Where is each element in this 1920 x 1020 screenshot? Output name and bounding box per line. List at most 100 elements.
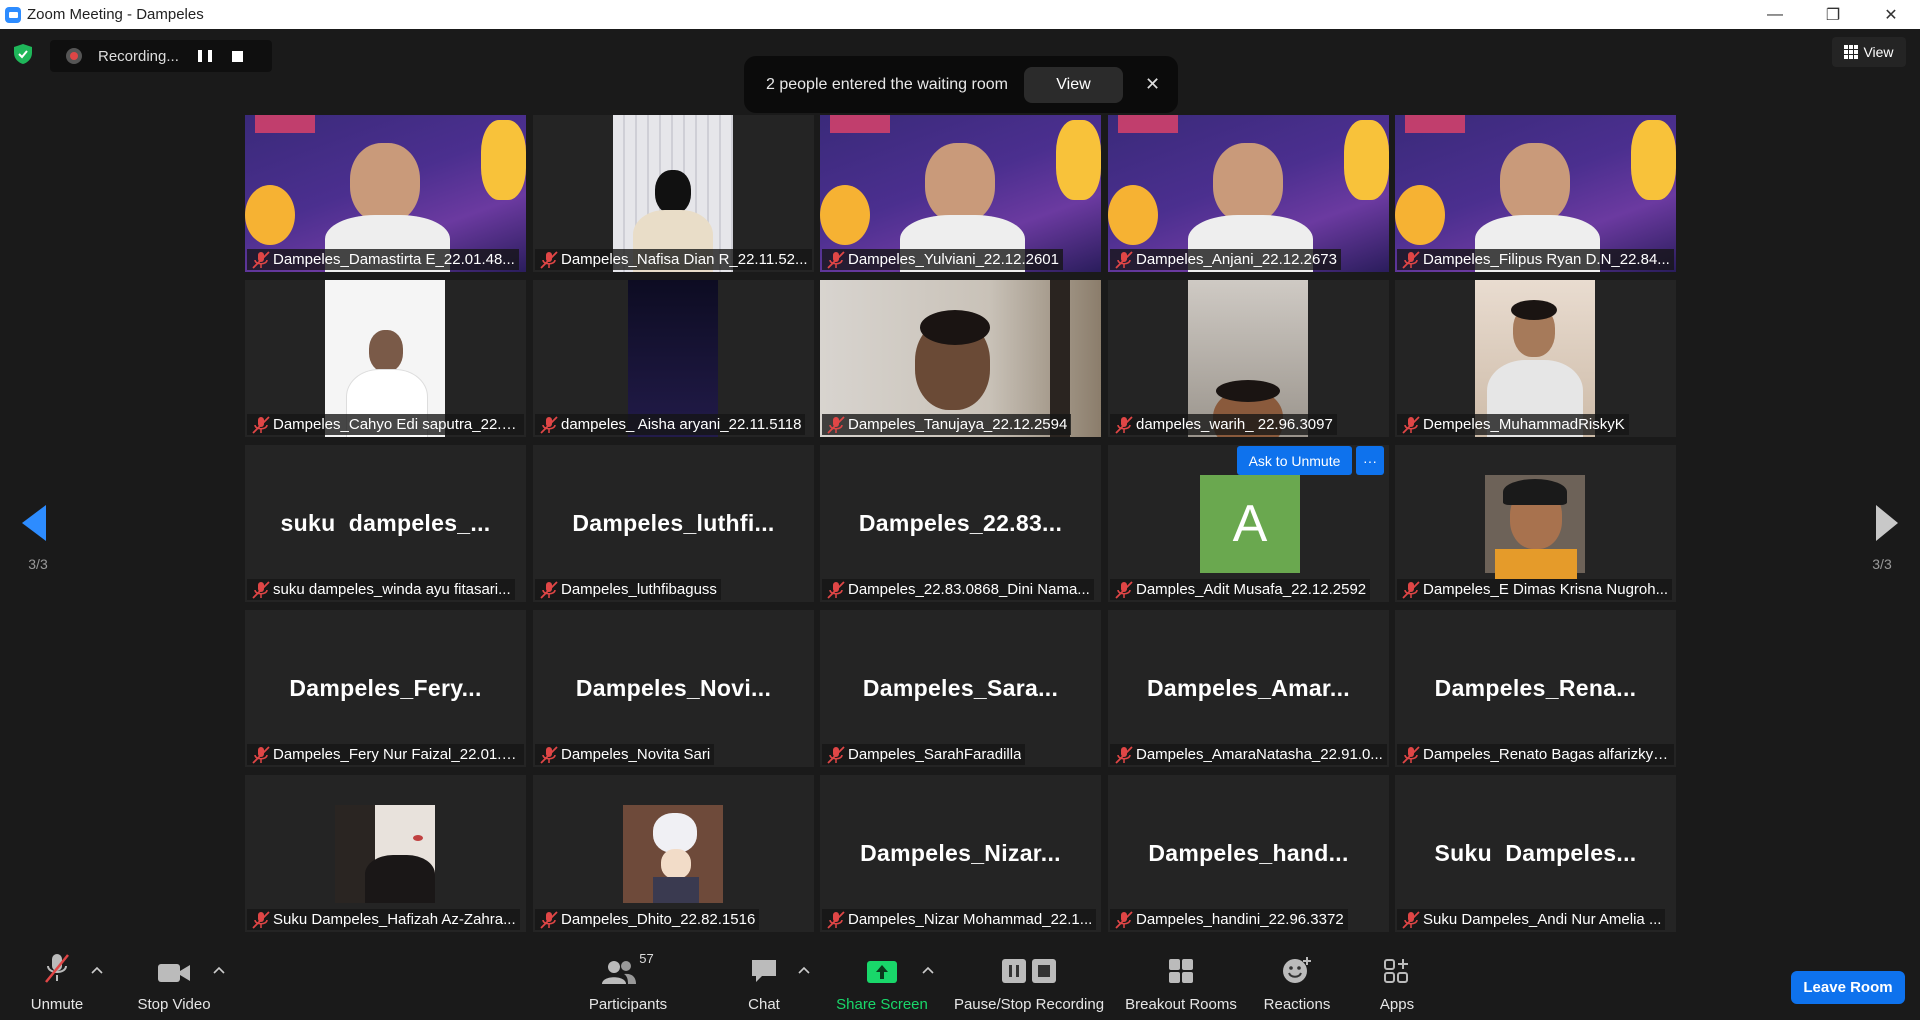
- participant-name-label: Dampeles_Cahyo Edi saputra_22.0...: [247, 414, 524, 435]
- participant-tile[interactable]: Dampeles_Damastirta E_22.01.48...: [245, 115, 526, 272]
- microphone-muted-icon: [827, 415, 845, 434]
- participant-video: [1485, 475, 1585, 579]
- participant-name-label: Dampeles_Renato Bagas alfarizky_...: [1397, 744, 1674, 765]
- restore-button[interactable]: ❐: [1804, 0, 1862, 29]
- participant-name: Dampeles_Dhito_22.82.1516: [561, 911, 756, 928]
- participant-tile[interactable]: Dampeles_Rena... Dampeles_Renato Bagas al…: [1395, 610, 1676, 767]
- participant-tile[interactable]: suku dampeles_... suku dampeles_winda ayu…: [245, 445, 526, 602]
- recording-label: Recording...: [98, 47, 179, 65]
- minimize-button[interactable]: —: [1746, 0, 1804, 29]
- microphone-muted-icon: [1402, 250, 1420, 269]
- participant-tile[interactable]: Dampeles_22.83... Dampeles_22.83.0868_Din…: [820, 445, 1101, 602]
- participant-name-label: Dampeles_luthfibaguss: [535, 579, 721, 600]
- participants-label: Participants: [588, 996, 668, 1013]
- participant-tile[interactable]: Dampeles_Nizar... Dampeles_Nizar Mohammad…: [820, 775, 1101, 932]
- participant-name-label: Dampeles_22.83.0868_Dini Nama...: [822, 579, 1094, 600]
- pause-stop-recording-button[interactable]: Pause/Stop Recording: [952, 948, 1106, 1020]
- breakout-rooms-icon: [1169, 959, 1193, 983]
- participant-name: Dampeles_E Dimas Krisna Nugroh...: [1423, 581, 1669, 598]
- unmute-button[interactable]: Unmute: [20, 948, 94, 1020]
- microphone-muted-icon: [1115, 745, 1133, 764]
- participant-tile[interactable]: Dampeles_Cahyo Edi saputra_22.0...: [245, 280, 526, 437]
- reactions-label: Reactions: [1263, 996, 1331, 1013]
- share-screen-icon: [867, 961, 897, 983]
- participant-name: Suku Dampeles_Andi Nur Amelia ...: [1423, 911, 1662, 928]
- reactions-button[interactable]: Reactions: [1258, 948, 1336, 1020]
- participants-button[interactable]: 57 Participants: [582, 948, 674, 1020]
- share-options-chevron-icon[interactable]: [922, 966, 934, 974]
- participant-name-label: Dempeles_MuhammadRiskyK: [1397, 414, 1629, 435]
- share-screen-button[interactable]: Share Screen: [834, 948, 930, 1020]
- notification-view-button[interactable]: View: [1024, 66, 1123, 103]
- stop-video-label: Stop Video: [137, 996, 211, 1013]
- participant-more-options-button[interactable]: ···: [1356, 446, 1384, 475]
- microphone-muted-icon: [252, 580, 270, 599]
- apps-button[interactable]: Apps: [1372, 948, 1422, 1020]
- view-layout-button[interactable]: View: [1832, 37, 1906, 67]
- participant-name: suku dampeles_winda ayu fitasari...: [273, 581, 511, 598]
- stop-recording-icon[interactable]: [232, 50, 243, 62]
- pause-recording-icon[interactable]: [198, 50, 212, 62]
- close-window-button[interactable]: ✕: [1862, 0, 1920, 29]
- unmute-label: Unmute: [30, 996, 84, 1013]
- participant-name-label: Dampeles_Damastirta E_22.01.48...: [247, 249, 519, 270]
- recording-dot-icon: [66, 48, 82, 64]
- participant-name: Dampeles_luthfibaguss: [561, 581, 717, 598]
- participant-name-label: Dampeles_Filipus Ryan D.N_22.84...: [1397, 249, 1674, 270]
- participant-tile[interactable]: Dempeles_MuhammadRiskyK: [1395, 280, 1676, 437]
- waiting-room-notification: 2 people entered the waiting room View ✕: [744, 56, 1178, 113]
- participant-tile[interactable]: Suku Dampeles... Suku Dampeles_Andi Nur A…: [1395, 775, 1676, 932]
- notification-close-icon[interactable]: ✕: [1145, 74, 1160, 95]
- audio-options-chevron-icon[interactable]: [91, 966, 103, 974]
- video-options-chevron-icon[interactable]: [213, 966, 225, 974]
- participant-name-label: Damples_Adit Musafa_22.12.2592: [1110, 579, 1371, 600]
- apps-icon: [1384, 959, 1408, 983]
- participant-tile[interactable]: Dampeles_Nafisa Dian R_22.11.52...: [533, 115, 814, 272]
- participant-tile[interactable]: Dampeles_Sara... Dampeles_SarahFaradilla: [820, 610, 1101, 767]
- participant-name: Dampeles_Fery Nur Faizal_22.01.4...: [273, 746, 520, 763]
- video-gallery: Dampeles_Damastirta E_22.01.48... Dampele…: [245, 115, 1676, 933]
- participant-name: Dampeles_Tanujaya_22.12.2594: [848, 416, 1068, 433]
- participant-name-label: Suku Dampeles_Andi Nur Amelia ...: [1397, 909, 1666, 930]
- participant-tile[interactable]: Dampeles_E Dimas Krisna Nugroh...: [1395, 445, 1676, 602]
- participant-tile[interactable]: Dampeles_Yulviani_22.12.2601: [820, 115, 1101, 272]
- window-title: Zoom Meeting - Dampeles: [27, 6, 204, 23]
- participant-tile[interactable]: Dampeles_Amar... Dampeles_AmaraNatasha_22…: [1108, 610, 1389, 767]
- participant-tile[interactable]: Dampeles_luthfi... Dampeles_luthfibaguss: [533, 445, 814, 602]
- encryption-shield-icon[interactable]: [14, 44, 32, 64]
- microphone-muted-icon: [252, 250, 270, 269]
- participant-tile[interactable]: Suku Dampeles_Hafizah Az-Zahra...: [245, 775, 526, 932]
- participant-name-label: suku dampeles_winda ayu fitasari...: [247, 579, 515, 600]
- leave-room-button[interactable]: Leave Room: [1791, 971, 1905, 1004]
- chat-button[interactable]: Chat: [744, 948, 784, 1020]
- participant-tile[interactable]: dampeles_ Aisha aryani_22.11.5118: [533, 280, 814, 437]
- microphone-muted-icon: [1402, 415, 1420, 434]
- participant-tile[interactable]: Dampeles_Dhito_22.82.1516: [533, 775, 814, 932]
- participant-name: Dampeles_Renato Bagas alfarizky_...: [1423, 746, 1670, 763]
- participant-name: Suku Dampeles_Hafizah Az-Zahra...: [273, 911, 516, 928]
- participant-tile[interactable]: Dampeles_Filipus Ryan D.N_22.84...: [1395, 115, 1676, 272]
- zoom-app-icon: [5, 6, 21, 23]
- participant-tile[interactable]: Dampeles_Fery... Dampeles_Fery Nur Faizal…: [245, 610, 526, 767]
- chat-options-chevron-icon[interactable]: [798, 966, 810, 974]
- notification-text: 2 people entered the waiting room: [766, 75, 1008, 93]
- stop-video-button[interactable]: Stop Video: [134, 948, 214, 1020]
- microphone-muted-icon: [252, 415, 270, 434]
- participant-name: Dampeles_Nafisa Dian R_22.11.52...: [561, 251, 808, 268]
- grid-icon: [1844, 45, 1859, 59]
- participant-tile[interactable]: dampeles_warih_ 22.96.3097: [1108, 280, 1389, 437]
- participant-name-label: Suku Dampeles_Hafizah Az-Zahra...: [247, 909, 520, 930]
- participant-name-label: Dampeles_AmaraNatasha_22.91.0...: [1110, 744, 1387, 765]
- breakout-rooms-button[interactable]: Breakout Rooms: [1124, 948, 1238, 1020]
- ask-to-unmute-button[interactable]: Ask to Unmute: [1237, 446, 1352, 475]
- participant-name: Dampeles_Nizar Mohammad_22.1...: [848, 911, 1093, 928]
- participant-tile[interactable]: Dampeles_Tanujaya_22.12.2594: [820, 280, 1101, 437]
- title-bar: Zoom Meeting - Dampeles — ❐ ✕: [0, 0, 1920, 29]
- participant-name: Damples_Adit Musafa_22.12.2592: [1136, 581, 1367, 598]
- microphone-muted-icon: [1402, 910, 1420, 929]
- microphone-muted-icon: [1115, 910, 1133, 929]
- participant-tile[interactable]: Dampeles_Anjani_22.12.2673: [1108, 115, 1389, 272]
- video-camera-icon: [158, 964, 190, 982]
- participant-tile[interactable]: Dampeles_hand... Dampeles_handini_22.96.3…: [1108, 775, 1389, 932]
- participant-tile[interactable]: Dampeles_Novi... Dampeles_Novita Sari: [533, 610, 814, 767]
